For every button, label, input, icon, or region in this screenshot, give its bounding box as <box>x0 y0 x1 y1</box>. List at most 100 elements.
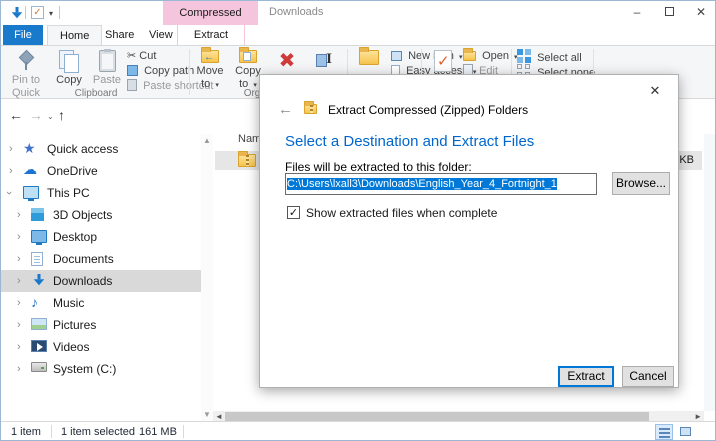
cut-button[interactable]: ✂ Cut <box>127 49 156 64</box>
items-count: 1 item <box>11 426 41 438</box>
extract-button[interactable]: Extract <box>558 366 614 387</box>
clipboard-group-label: Clipboard <box>74 88 118 99</box>
navigation-pane: › ★ Quick access › ☁ OneDrive › This PC … <box>1 134 201 421</box>
open-icon <box>463 48 476 61</box>
sidebar-scrollbar[interactable]: ▲ ▼ <box>201 134 213 421</box>
chevron-right-icon[interactable]: › <box>9 160 13 182</box>
dialog-back-icon[interactable]: ← <box>278 101 293 118</box>
sidebar-item-this-pc[interactable]: › This PC <box>1 182 201 204</box>
chevron-right-icon[interactable]: › <box>9 138 13 160</box>
desktop-icon <box>31 230 47 245</box>
dialog-close-icon[interactable]: ✕ <box>642 81 668 101</box>
sidebar-item-onedrive[interactable]: › ☁ OneDrive <box>1 160 201 182</box>
chevron-right-icon[interactable]: › <box>17 248 21 270</box>
sidebar-item-music[interactable]: › ♪ Music <box>1 292 201 314</box>
sidebar-item-downloads[interactable]: › Downloads <box>1 270 201 292</box>
chevron-down-icon[interactable]: › <box>1 191 20 195</box>
copy-path-icon <box>127 65 138 76</box>
cancel-button[interactable]: Cancel <box>622 366 674 387</box>
dialog-heading: Select a Destination and Extract Files <box>285 133 535 150</box>
maximize-button[interactable] <box>653 1 685 25</box>
contextual-tab-badge: Compressed Folder Tools <box>163 1 258 43</box>
vertical-scrollbar[interactable] <box>704 134 715 411</box>
delete-icon: ✖ <box>278 50 296 72</box>
show-files-checkbox-label[interactable]: Show extracted files when complete <box>306 206 497 220</box>
properties-icon <box>434 50 452 72</box>
qat-properties-icon[interactable]: ✓ <box>31 6 44 19</box>
move-to-button[interactable]: ← Move to <box>192 47 228 98</box>
show-files-checkbox[interactable]: ✓ <box>287 206 300 219</box>
chevron-right-icon[interactable]: › <box>17 336 21 358</box>
select-all-button[interactable]: Select all <box>517 49 582 64</box>
chevron-right-icon[interactable]: › <box>17 314 21 336</box>
new-item-icon <box>391 51 402 61</box>
download-arrow-icon <box>33 274 45 286</box>
scroll-left-icon[interactable]: ◄ <box>215 412 223 421</box>
chevron-right-icon[interactable]: › <box>17 204 21 226</box>
divider <box>25 6 26 19</box>
ribbon-tabs: File Home Share View Extract ˄ ? <box>1 25 715 67</box>
divider <box>183 425 184 438</box>
copy-path-button[interactable]: Copy path <box>127 64 194 79</box>
sidebar-item-documents[interactable]: › Documents <box>1 248 201 270</box>
window-title: Downloads <box>269 6 324 18</box>
selection-size: 161 MB <box>139 426 177 438</box>
recent-locations-caret-icon[interactable]: ⌄ <box>47 112 54 121</box>
rename-icon <box>315 50 335 70</box>
scroll-up-icon[interactable]: ▲ <box>203 136 211 145</box>
extract-dialog: ✕ ← Extract Compressed (Zipped) Folders … <box>259 74 679 388</box>
scroll-down-icon[interactable]: ▼ <box>203 410 211 419</box>
paste-icon <box>98 49 116 72</box>
chevron-right-icon[interactable]: › <box>17 270 21 292</box>
zip-folder-icon <box>304 101 317 114</box>
minimize-button[interactable]: – <box>621 1 653 25</box>
scissors-icon: ✂ <box>127 50 137 62</box>
chevron-right-icon[interactable]: › <box>17 292 21 314</box>
qat-dropdown-caret-icon[interactable]: ▾ <box>49 9 53 18</box>
forward-icon[interactable]: → <box>29 107 43 123</box>
tab-extract[interactable]: Extract <box>177 25 245 45</box>
select-all-icon <box>517 49 531 63</box>
new-folder-icon <box>359 47 379 65</box>
scrollbar-thumb[interactable] <box>225 412 649 421</box>
sidebar-item-pictures[interactable]: › Pictures <box>1 314 201 336</box>
move-to-icon: ← <box>201 47 219 63</box>
copy-icon <box>59 50 79 73</box>
large-icons-view-button[interactable] <box>677 424 695 440</box>
cloud-icon: ☁ <box>23 161 37 177</box>
cube-icon <box>31 208 44 221</box>
sidebar-item-3d-objects[interactable]: › 3D Objects <box>1 204 201 226</box>
sidebar-item-videos[interactable]: › Videos <box>1 336 201 358</box>
close-button[interactable]: ✕ <box>685 1 715 25</box>
drive-icon <box>31 362 47 372</box>
monitor-icon <box>23 186 39 201</box>
selection-count: 1 item selected <box>61 426 135 438</box>
music-note-icon: ♪ <box>31 294 38 310</box>
open-button[interactable]: Open <box>463 48 518 64</box>
document-icon <box>31 252 43 266</box>
destination-path-input[interactable]: C:\Users\lxall3\Downloads\English_Year_4… <box>285 173 597 195</box>
divider <box>59 6 60 19</box>
sidebar-item-system-c[interactable]: › System (C:) <box>1 358 201 380</box>
videos-icon <box>31 340 47 352</box>
chevron-right-icon[interactable]: › <box>17 226 21 248</box>
browse-button[interactable]: Browse... <box>612 172 670 195</box>
title-bar: ✓ ▾ Compressed Folder Tools Downloads – … <box>1 1 715 43</box>
sidebar-item-quick-access[interactable]: › ★ Quick access <box>1 138 201 160</box>
pictures-icon <box>31 318 47 330</box>
dialog-title: Extract Compressed (Zipped) Folders <box>328 103 529 117</box>
pin-to-quick-access-button[interactable]: Pin to Quick access <box>3 48 49 111</box>
zip-file-icon <box>238 151 256 167</box>
star-icon: ★ <box>23 140 36 156</box>
pin-icon <box>17 50 35 72</box>
details-view-button[interactable] <box>655 424 673 440</box>
downloads-folder-icon <box>11 7 23 19</box>
tab-file[interactable]: File <box>3 25 43 45</box>
chevron-right-icon[interactable]: › <box>17 358 21 380</box>
back-icon[interactable]: ← <box>9 107 23 123</box>
scroll-right-icon[interactable]: ► <box>694 412 702 421</box>
sidebar-item-desktop[interactable]: › Desktop <box>1 226 201 248</box>
divider <box>51 425 52 438</box>
up-icon[interactable]: ↑ <box>58 107 65 123</box>
explorer-window: ✓ ▾ Compressed Folder Tools Downloads – … <box>0 0 716 441</box>
